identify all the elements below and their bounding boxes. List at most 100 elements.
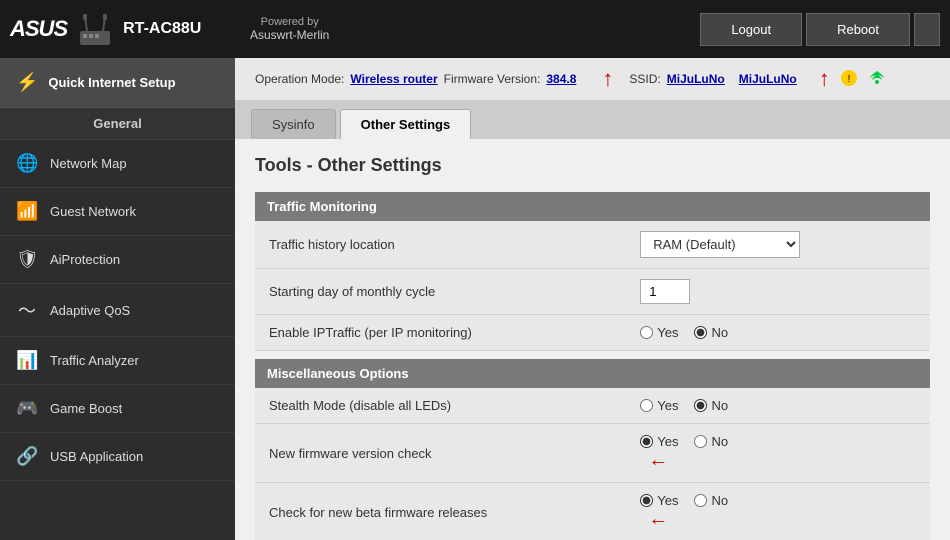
starting-day-label: Starting day of monthly cycle	[255, 269, 626, 315]
beta-fw-yes-label[interactable]: Yes	[640, 493, 678, 508]
beta-fw-arrow: ←	[648, 508, 668, 530]
stealth-yes-label[interactable]: Yes	[640, 398, 678, 413]
traffic-analyzer-icon: 📊	[16, 350, 38, 371]
beta-firmware-label: Check for new beta firmware releases	[255, 483, 626, 540]
sidebar-item-usb-application[interactable]: 🔗 USB Application	[0, 433, 235, 481]
new-firmware-label: New firmware version check	[255, 424, 626, 483]
logout-button[interactable]: Logout	[700, 13, 802, 46]
adaptive-qos-icon: 〜	[16, 297, 38, 323]
ssid-value2: MiJuLuNo	[739, 72, 797, 86]
sidebar-item-label: Adaptive QoS	[50, 303, 130, 318]
sidebar-section-general: General	[0, 108, 235, 140]
beta-fw-no-radio[interactable]	[694, 494, 707, 507]
sidebar-item-label: USB Application	[50, 449, 143, 464]
page-content: Tools - Other Settings Traffic Monitorin…	[235, 139, 950, 540]
operation-mode-value[interactable]: Wireless router	[350, 72, 437, 86]
firmware-arrow-up: ↑	[602, 66, 613, 92]
operation-mode-label: Operation Mode:	[255, 72, 344, 86]
traffic-history-label: Traffic history location	[255, 221, 626, 269]
tab-sysinfo[interactable]: Sysinfo	[251, 109, 336, 139]
powered-by: Powered by Asuswrt-Merlin	[250, 16, 329, 42]
beta-firmware-radio-group: Yes No	[640, 493, 916, 508]
firmware-label: Firmware Version:	[444, 72, 541, 86]
beta-fw-yes-radio[interactable]	[640, 494, 653, 507]
enable-iptraffic-label: Enable IPTraffic (per IP monitoring)	[255, 315, 626, 351]
sidebar-item-game-boost[interactable]: 🎮 Game Boost	[0, 385, 235, 433]
quick-setup-item[interactable]: ⚡ Quick Internet Setup	[0, 58, 235, 108]
iptraffic-no-radio[interactable]	[694, 326, 707, 339]
sidebar-item-guest-network[interactable]: 📶 Guest Network	[0, 188, 235, 236]
table-row: Check for new beta firmware releases Yes…	[255, 483, 930, 540]
page-title: Tools - Other Settings	[255, 155, 930, 176]
sidebar-item-adaptive-qos[interactable]: 〜 Adaptive QoS	[0, 284, 235, 337]
stealth-mode-control: Yes No	[626, 388, 930, 424]
sidebar-item-label: Guest Network	[50, 204, 136, 219]
usb-application-icon: 🔗	[16, 446, 38, 467]
enable-iptraffic-control: Yes No	[626, 315, 930, 351]
traffic-monitoring-header: Traffic Monitoring	[255, 192, 930, 221]
header: ASUS RT-AC88U Powered by Asuswrt-Merlin …	[0, 0, 950, 58]
guest-network-icon: 📶	[16, 201, 38, 222]
iptraffic-yes-label[interactable]: Yes	[640, 325, 678, 340]
traffic-monitoring-table: Traffic history location RAM (Default) U…	[255, 221, 930, 351]
miscellaneous-header: Miscellaneous Options	[255, 359, 930, 388]
status-icon-yellow: !	[840, 69, 858, 90]
logo-area: ASUS RT-AC88U	[10, 9, 250, 49]
table-row: New firmware version check Yes No ←	[255, 424, 930, 483]
quick-setup-icon: ⚡	[16, 72, 38, 93]
iptraffic-yes-radio[interactable]	[640, 326, 653, 339]
traffic-history-control: RAM (Default) USB JFFS	[626, 221, 930, 269]
table-row: Enable IPTraffic (per IP monitoring) Yes…	[255, 315, 930, 351]
firmware-value: 384.8	[546, 72, 576, 86]
router-icon	[75, 9, 115, 49]
new-firmware-radio-group: Yes No	[640, 434, 916, 449]
game-boost-icon: 🎮	[16, 398, 38, 419]
quick-setup-label: Quick Internet Setup	[48, 75, 175, 90]
traffic-history-select[interactable]: RAM (Default) USB JFFS	[640, 231, 800, 258]
beta-fw-no-label[interactable]: No	[694, 493, 728, 508]
sidebar-item-label: Network Map	[50, 156, 127, 171]
asus-logo: ASUS	[10, 16, 67, 42]
starting-day-control	[626, 269, 930, 315]
network-map-icon: 🌐	[16, 153, 38, 174]
reboot-button[interactable]: Reboot	[806, 13, 910, 46]
sidebar-item-label: AiProtection	[50, 252, 120, 267]
main-layout: ⚡ Quick Internet Setup General 🌐 Network…	[0, 58, 950, 540]
starting-day-input[interactable]	[640, 279, 690, 304]
status-icon-green	[868, 69, 886, 90]
content-area: Operation Mode: Wireless router Firmware…	[235, 58, 950, 540]
tabs: Sysinfo Other Settings	[235, 101, 950, 139]
header-buttons: Logout Reboot	[700, 13, 940, 46]
ssid-arrow-up: ↑	[819, 66, 830, 92]
iptraffic-no-label[interactable]: No	[694, 325, 728, 340]
stealth-no-radio[interactable]	[694, 399, 707, 412]
ssid-value1: MiJuLuNo	[667, 72, 725, 86]
extra-button[interactable]	[914, 13, 940, 46]
info-bar: Operation Mode: Wireless router Firmware…	[235, 58, 950, 101]
sidebar-item-network-map[interactable]: 🌐 Network Map	[0, 140, 235, 188]
sidebar-item-label: Game Boost	[50, 401, 122, 416]
sidebar-item-aiprotection[interactable]: 🛡 AiProtection	[0, 236, 235, 284]
sidebar-item-traffic-analyzer[interactable]: 📊 Traffic Analyzer	[0, 337, 235, 385]
stealth-no-label[interactable]: No	[694, 398, 728, 413]
new-fw-no-label[interactable]: No	[694, 434, 728, 449]
stealth-yes-radio[interactable]	[640, 399, 653, 412]
new-fw-no-radio[interactable]	[694, 435, 707, 448]
miscellaneous-table: Stealth Mode (disable all LEDs) Yes No	[255, 388, 930, 540]
new-fw-yes-radio[interactable]	[640, 435, 653, 448]
traffic-monitoring-section: Traffic Monitoring Traffic history locat…	[255, 192, 930, 351]
stealth-mode-label: Stealth Mode (disable all LEDs)	[255, 388, 626, 424]
sidebar-item-label: Traffic Analyzer	[50, 353, 139, 368]
svg-text:!: !	[847, 74, 850, 85]
enable-iptraffic-radio-group: Yes No	[640, 325, 916, 340]
stealth-mode-radio-group: Yes No	[640, 398, 916, 413]
model-name: RT-AC88U	[123, 20, 201, 38]
table-row: Stealth Mode (disable all LEDs) Yes No	[255, 388, 930, 424]
ssid-label: SSID:	[629, 72, 660, 86]
new-firmware-control: Yes No ←	[626, 424, 930, 483]
table-row: Starting day of monthly cycle	[255, 269, 930, 315]
new-fw-yes-label[interactable]: Yes	[640, 434, 678, 449]
miscellaneous-section: Miscellaneous Options Stealth Mode (disa…	[255, 359, 930, 540]
tab-other-settings[interactable]: Other Settings	[340, 109, 472, 139]
sidebar: ⚡ Quick Internet Setup General 🌐 Network…	[0, 58, 235, 540]
